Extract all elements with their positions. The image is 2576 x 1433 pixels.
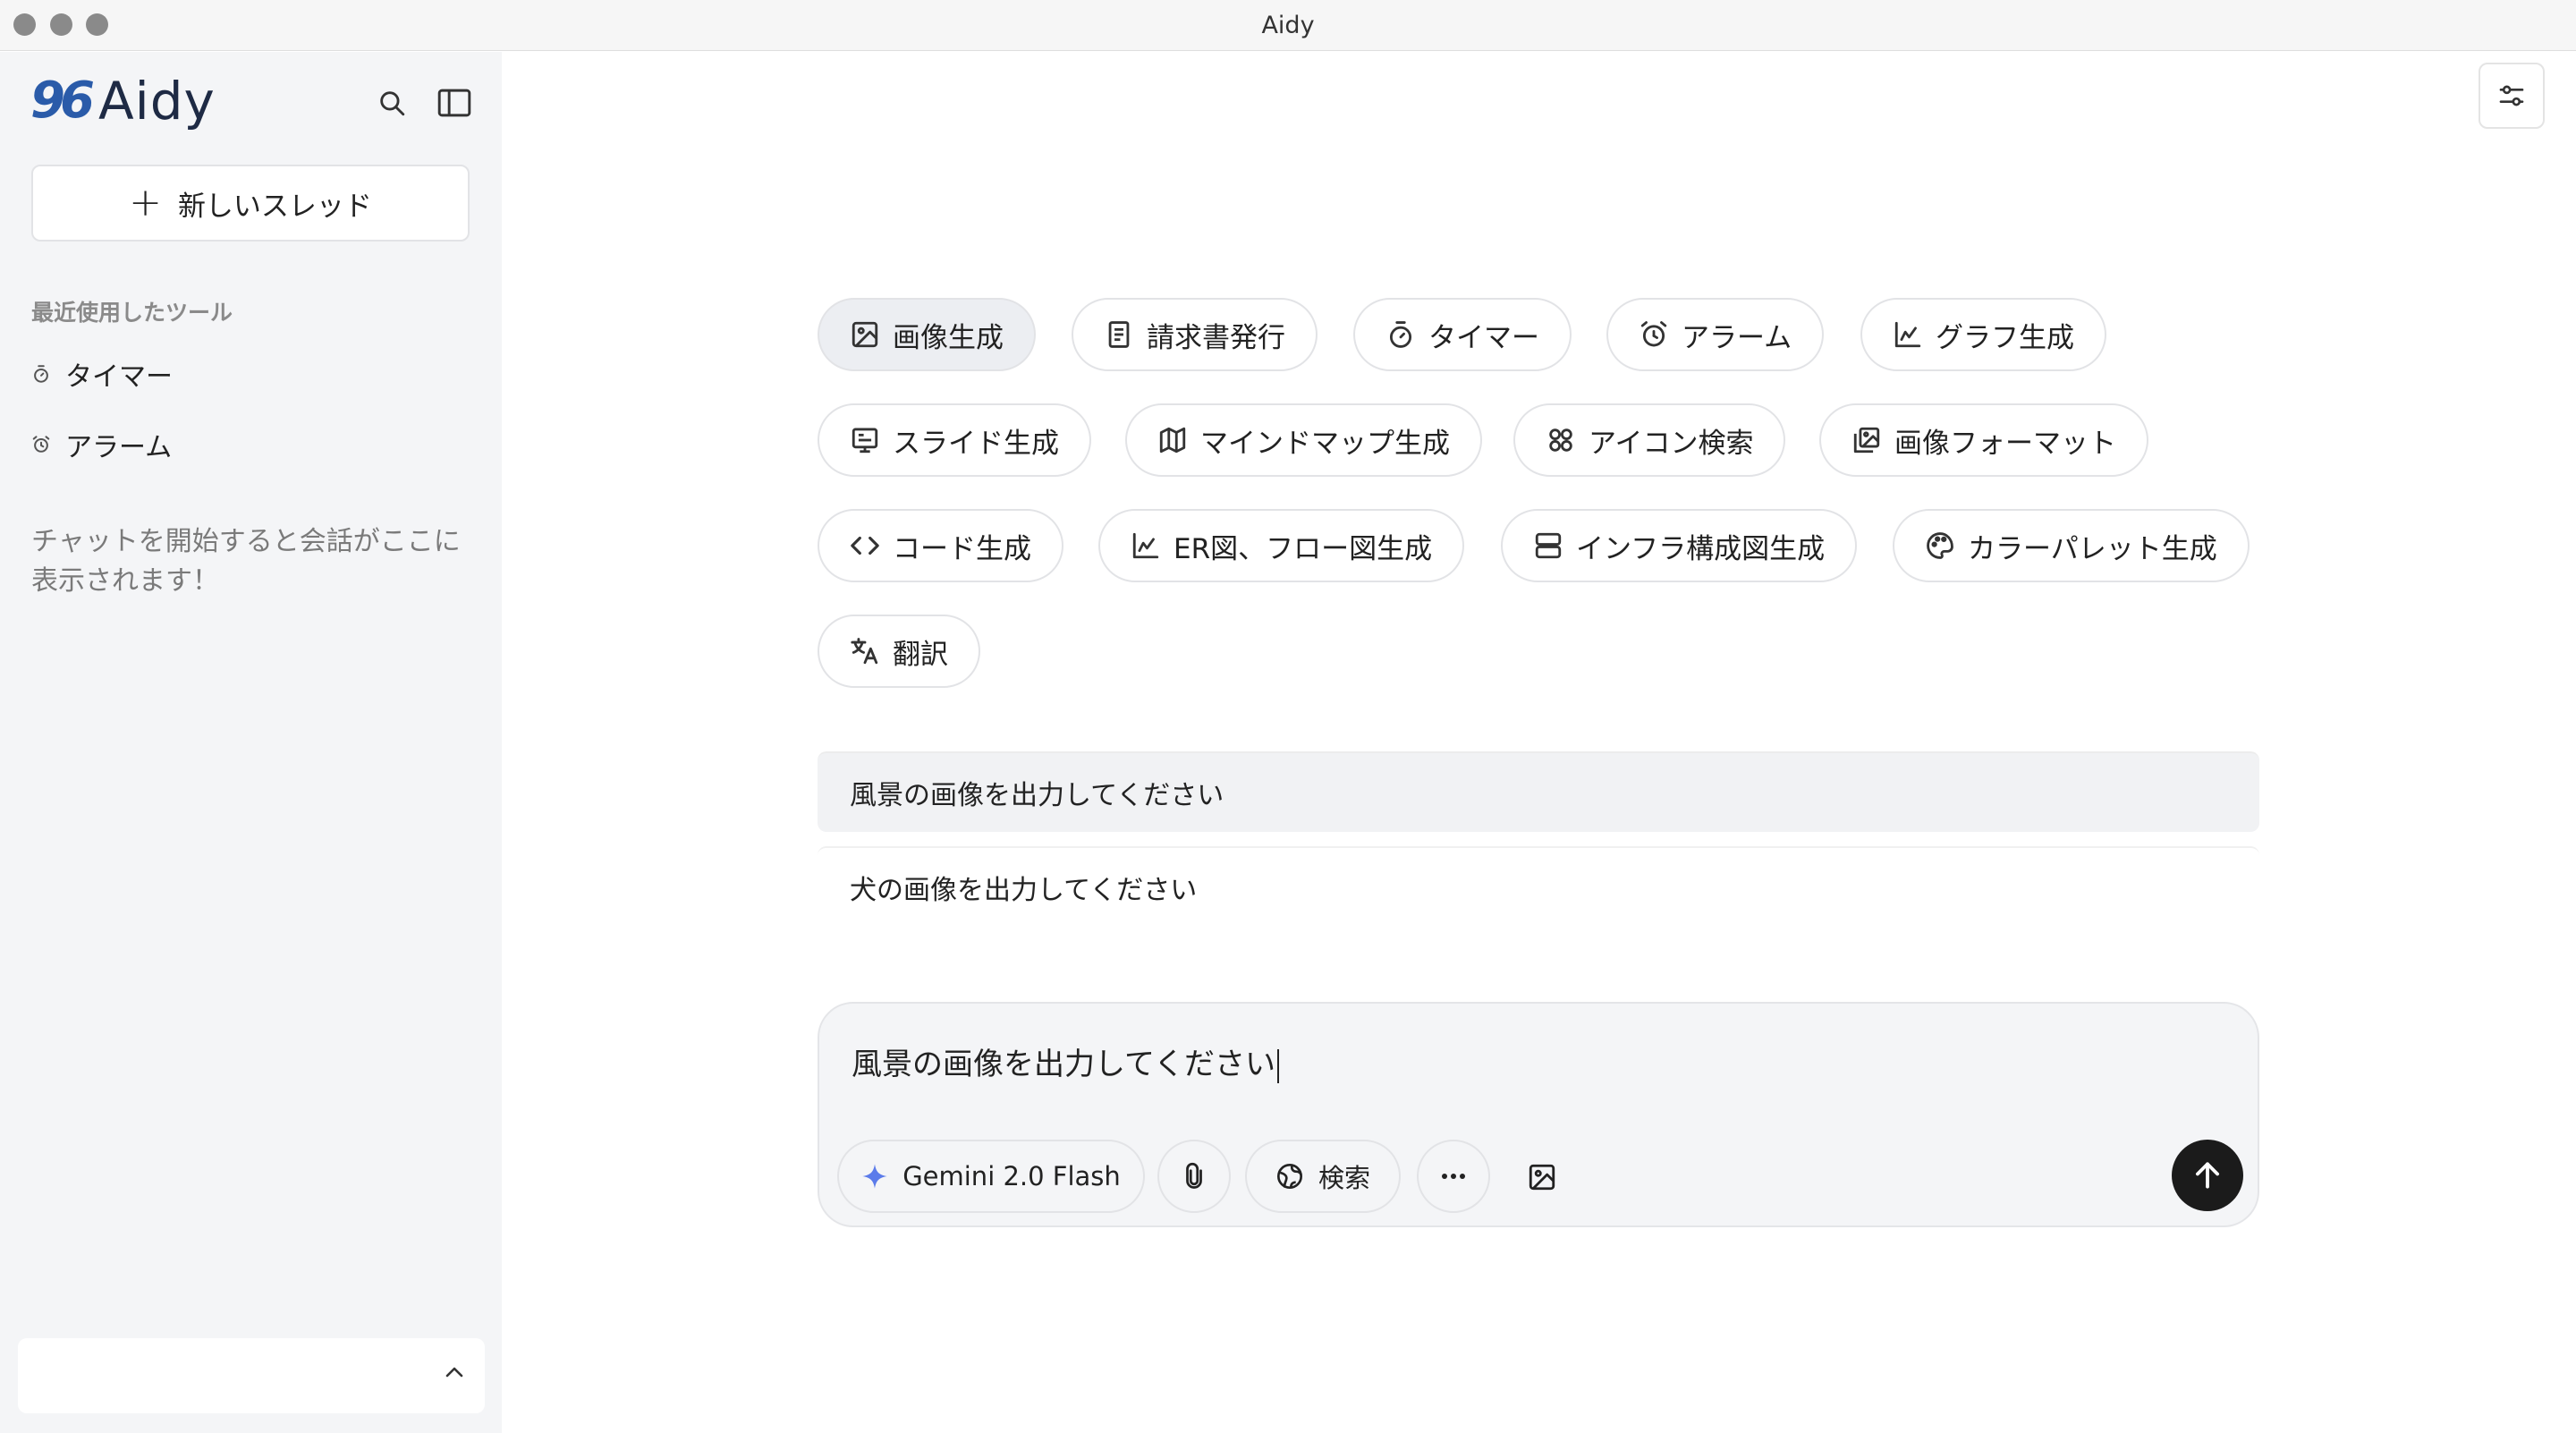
ellipsis-icon bbox=[1442, 1174, 1465, 1179]
tool-chip-image-format[interactable]: 画像フォーマット bbox=[1819, 403, 2148, 477]
image-icon bbox=[852, 321, 878, 348]
tool-chip-invoice[interactable]: 請求書発行 bbox=[1072, 298, 1318, 371]
tool-chip-label: 請求書発行 bbox=[1147, 321, 1285, 354]
account-menu[interactable] bbox=[18, 1338, 485, 1413]
tool-chip-mindmap[interactable]: マインドマップ生成 bbox=[1125, 403, 1482, 477]
tool-chip-label: 翻訳 bbox=[893, 638, 948, 671]
arrow-up-icon bbox=[2196, 1162, 2219, 1189]
chart-icon bbox=[1894, 321, 1921, 348]
tool-chip-label: インフラ構成図生成 bbox=[1576, 532, 1826, 565]
code-icon bbox=[851, 536, 879, 555]
sliders-icon bbox=[2499, 85, 2524, 106]
tool-chip-label: スライド生成 bbox=[893, 427, 1059, 460]
logo-text: Aidy bbox=[97, 71, 216, 131]
icon-search-icon bbox=[1549, 428, 1572, 452]
toggle-sidebar-icon[interactable] bbox=[435, 83, 474, 123]
tool-chip-label: カラーパレット生成 bbox=[1968, 532, 2217, 565]
map-icon bbox=[1159, 427, 1186, 454]
plus-icon: + bbox=[129, 180, 162, 225]
recent-item-alarm[interactable]: アラーム bbox=[31, 425, 172, 464]
text-caret bbox=[1276, 1048, 1279, 1083]
suggestion-item[interactable]: 風景の画像を出力してください bbox=[818, 751, 2259, 832]
tool-chip-infra[interactable]: インフラ構成図生成 bbox=[1501, 509, 1858, 582]
translate-icon bbox=[851, 638, 878, 665]
new-thread-button[interactable]: + 新しいスレッド bbox=[31, 165, 470, 242]
logo-mark: 96 bbox=[30, 72, 95, 130]
chart-icon bbox=[1132, 532, 1159, 559]
message-composer: 風景の画像を出力してください Gemini 2.0 Flash 検索 bbox=[818, 1002, 2259, 1227]
tool-chip-palette[interactable]: カラーパレット生成 bbox=[1893, 509, 2250, 582]
tool-chip-label: ER図、フロー図生成 bbox=[1174, 532, 1433, 565]
tool-chip-er-flow[interactable]: ER図、フロー図生成 bbox=[1098, 509, 1465, 582]
tool-chip-icon-search[interactable]: アイコン検索 bbox=[1513, 403, 1786, 477]
message-input[interactable]: 風景の画像を出力してください bbox=[852, 1039, 1279, 1083]
send-button[interactable] bbox=[2172, 1140, 2243, 1211]
tool-chip-alarm[interactable]: アラーム bbox=[1606, 298, 1825, 371]
empty-history-note: チャットを開始すると会話がここに表示されます！ bbox=[31, 526, 461, 597]
tool-chip-label: 画像生成 bbox=[893, 321, 1004, 354]
tool-chip-code[interactable]: コード生成 bbox=[818, 509, 1063, 582]
settings-button[interactable] bbox=[2479, 63, 2545, 129]
image-upload-icon[interactable] bbox=[1522, 1157, 1562, 1197]
tool-chip-label: アイコン検索 bbox=[1589, 427, 1754, 460]
tool-chip-graph[interactable]: グラフ生成 bbox=[1860, 298, 2106, 371]
tool-chip-label: 画像フォーマット bbox=[1894, 427, 2116, 460]
timer-icon bbox=[1389, 321, 1412, 348]
search-label: 検索 bbox=[1318, 1163, 1370, 1193]
sparkle-icon bbox=[862, 1164, 887, 1189]
app-logo: 96 Aidy bbox=[30, 75, 216, 127]
tool-chip-label: コード生成 bbox=[893, 532, 1031, 565]
tool-chip-label: グラフ生成 bbox=[1936, 321, 2074, 354]
paperclip-icon bbox=[1186, 1162, 1202, 1189]
tool-chip-timer[interactable]: タイマー bbox=[1353, 298, 1572, 371]
images-icon bbox=[1853, 427, 1880, 454]
suggestion-item[interactable]: 犬の画像を出力してください bbox=[818, 846, 2259, 927]
title-bar: Aidy bbox=[0, 0, 2576, 51]
tool-chip-translate[interactable]: 翻訳 bbox=[818, 615, 980, 688]
document-icon bbox=[1108, 321, 1130, 348]
recent-item-label: タイマー bbox=[65, 361, 173, 393]
more-options-button[interactable] bbox=[1417, 1140, 1490, 1213]
palette-icon bbox=[1927, 532, 1953, 559]
attach-file-button[interactable] bbox=[1157, 1140, 1231, 1213]
alarm-icon bbox=[1640, 321, 1667, 347]
tool-chip-slides[interactable]: スライド生成 bbox=[818, 403, 1091, 477]
web-search-button[interactable]: 検索 bbox=[1245, 1140, 1401, 1213]
recent-item-timer[interactable]: タイマー bbox=[31, 354, 173, 394]
server-icon bbox=[1535, 532, 1562, 559]
recent-tools-heading: 最近使用したツール bbox=[31, 300, 233, 326]
tool-chip-image-generation[interactable]: 画像生成 bbox=[818, 298, 1036, 371]
chevron-up-icon[interactable] bbox=[444, 1365, 465, 1383]
slides-icon bbox=[852, 428, 878, 454]
timer-icon bbox=[34, 365, 48, 383]
message-input-value: 風景の画像を出力してください bbox=[852, 1047, 1275, 1082]
model-selector-button[interactable]: Gemini 2.0 Flash bbox=[837, 1140, 1145, 1213]
tool-chip-label: マインドマップ生成 bbox=[1200, 427, 1450, 460]
globe-icon bbox=[1276, 1164, 1302, 1189]
alarm-icon bbox=[32, 436, 50, 453]
model-label: Gemini 2.0 Flash bbox=[902, 1161, 1121, 1191]
window-title: Aidy bbox=[1261, 12, 1315, 39]
sidebar: 96 Aidy + 新しいスレッド 最近使用したツール タイマー アラーム チャ… bbox=[0, 52, 502, 1433]
tool-chip-label: アラーム bbox=[1682, 321, 1792, 354]
new-thread-label: 新しいスレッド bbox=[177, 190, 372, 223]
recent-item-label: アラーム bbox=[65, 432, 173, 463]
tool-chip-label: タイマー bbox=[1428, 321, 1539, 354]
search-icon[interactable] bbox=[372, 83, 411, 123]
